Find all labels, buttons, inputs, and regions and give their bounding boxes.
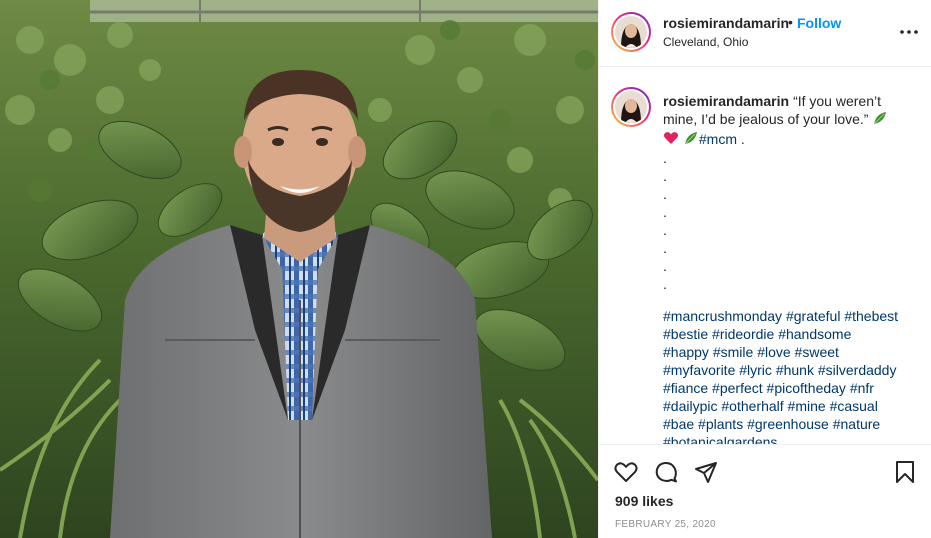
hashtag-row: #bae #plants #greenhouse #nature bbox=[663, 415, 913, 433]
avatar-image bbox=[615, 16, 647, 48]
hashtag-link[interactable]: #perfect bbox=[712, 380, 763, 396]
hashtag-link[interactable]: #otherhalf bbox=[721, 398, 783, 414]
red-heart-emoji bbox=[663, 130, 679, 150]
post-location[interactable]: Cleveland, Ohio bbox=[663, 35, 748, 49]
follow-button[interactable]: Follow bbox=[797, 15, 841, 31]
post-author-username[interactable]: rosiemirandamarin bbox=[663, 15, 789, 31]
post-header: rosiemirandamarin • Follow Cleveland, Oh… bbox=[599, 0, 931, 67]
hashtag-link[interactable]: #sweet bbox=[795, 344, 839, 360]
caption-section: rosiemirandamarin “If you weren’t mine, I… bbox=[599, 68, 931, 444]
hashtag-link[interactable]: #thebest bbox=[844, 308, 898, 324]
hashtag-link[interactable]: #grateful bbox=[786, 308, 840, 324]
caption-trailing: . bbox=[737, 131, 745, 147]
hashtag-link[interactable]: #casual bbox=[830, 398, 878, 414]
hashtag-row: #bestie #rideordie #handsome bbox=[663, 325, 913, 343]
likes-count[interactable]: 909 likes bbox=[615, 493, 673, 509]
hashtag-link[interactable]: #lyric bbox=[739, 362, 772, 378]
separator-dot: • bbox=[788, 14, 793, 30]
dot-line: . bbox=[663, 222, 667, 238]
hashtag-link[interactable]: #nfr bbox=[850, 380, 874, 396]
hashtag-link[interactable]: #botanicalgardens bbox=[663, 434, 777, 444]
caption-text-line1: “If you weren’t bbox=[793, 93, 881, 109]
hashtag-link[interactable]: #hunk bbox=[776, 362, 814, 378]
hashtag-link[interactable]: #fiance bbox=[663, 380, 708, 396]
hashtag-link[interactable]: #mancrushmonday bbox=[663, 308, 782, 324]
hashtag-row: #mancrushmonday #grateful #thebest bbox=[663, 307, 913, 325]
post-caption: rosiemirandamarin “If you weren’t mine, I… bbox=[663, 92, 913, 150]
dot-line: . bbox=[663, 186, 667, 202]
more-options-icon[interactable] bbox=[897, 22, 921, 42]
dot-line: . bbox=[663, 168, 667, 184]
hashtag-list: #mancrushmonday #grateful #thebest #besti… bbox=[663, 307, 913, 444]
post-image bbox=[0, 0, 598, 538]
hashtag-link[interactable]: #bestie bbox=[663, 326, 708, 342]
caption-avatar[interactable] bbox=[611, 87, 651, 127]
post-viewer: rosiemirandamarin • Follow Cleveland, Oh… bbox=[0, 0, 931, 538]
dot-line: . bbox=[663, 276, 667, 292]
hashtag-link[interactable]: #silverdaddy bbox=[818, 362, 897, 378]
caption-username[interactable]: rosiemirandamarin bbox=[663, 93, 789, 109]
hashtag-link[interactable]: #handsome bbox=[778, 326, 851, 342]
hashtag-row: #happy #smile #love #sweet bbox=[663, 343, 913, 361]
share-icon[interactable] bbox=[693, 459, 719, 485]
dot-line: . bbox=[663, 258, 667, 274]
hashtag-link[interactable]: #smile bbox=[713, 344, 753, 360]
hashtag-row: #fiance #perfect #picoftheday #nfr bbox=[663, 379, 913, 397]
avatar[interactable] bbox=[611, 12, 651, 52]
hashtag-mcm[interactable]: #mcm bbox=[699, 131, 737, 147]
dot-line: . bbox=[663, 204, 667, 220]
hashtag-link[interactable]: #greenhouse bbox=[747, 416, 829, 432]
hashtag-link[interactable]: #bae bbox=[663, 416, 694, 432]
comment-icon[interactable] bbox=[653, 459, 679, 485]
dot-line: . bbox=[663, 240, 667, 256]
caption-text-line2: mine, I’d be jealous of your love.” bbox=[663, 111, 869, 127]
hashtag-row: #botanicalgardens bbox=[663, 433, 913, 444]
hashtag-link[interactable]: #myfavorite bbox=[663, 362, 735, 378]
post-actions: 909 likes FEBRUARY 25, 2020 bbox=[599, 444, 931, 538]
hashtag-row: #myfavorite #lyric #hunk #silverdaddy bbox=[663, 361, 913, 379]
hashtag-link[interactable]: #nature bbox=[833, 416, 880, 432]
herb-emoji bbox=[872, 110, 888, 130]
post-photo[interactable] bbox=[0, 0, 598, 538]
hashtag-link[interactable]: #picoftheday bbox=[767, 380, 846, 396]
herb-emoji bbox=[683, 130, 699, 150]
hashtag-link[interactable]: #dailypic bbox=[663, 398, 717, 414]
hashtag-link[interactable]: #plants bbox=[698, 416, 743, 432]
post-side-panel: rosiemirandamarin • Follow Cleveland, Oh… bbox=[598, 0, 931, 538]
avatar-image bbox=[615, 91, 647, 123]
hashtag-link[interactable]: #happy bbox=[663, 344, 709, 360]
post-date[interactable]: FEBRUARY 25, 2020 bbox=[615, 519, 716, 530]
hashtag-link[interactable]: #love bbox=[757, 344, 790, 360]
bookmark-icon[interactable] bbox=[892, 459, 918, 485]
dot-line: . bbox=[663, 150, 667, 166]
hashtag-link[interactable]: #mine bbox=[788, 398, 826, 414]
hashtag-link[interactable]: #rideordie bbox=[712, 326, 774, 342]
caption-dot-lines: . . . . . . . . bbox=[663, 149, 683, 293]
hashtag-row: #dailypic #otherhalf #mine #casual bbox=[663, 397, 913, 415]
heart-icon[interactable] bbox=[613, 459, 639, 485]
